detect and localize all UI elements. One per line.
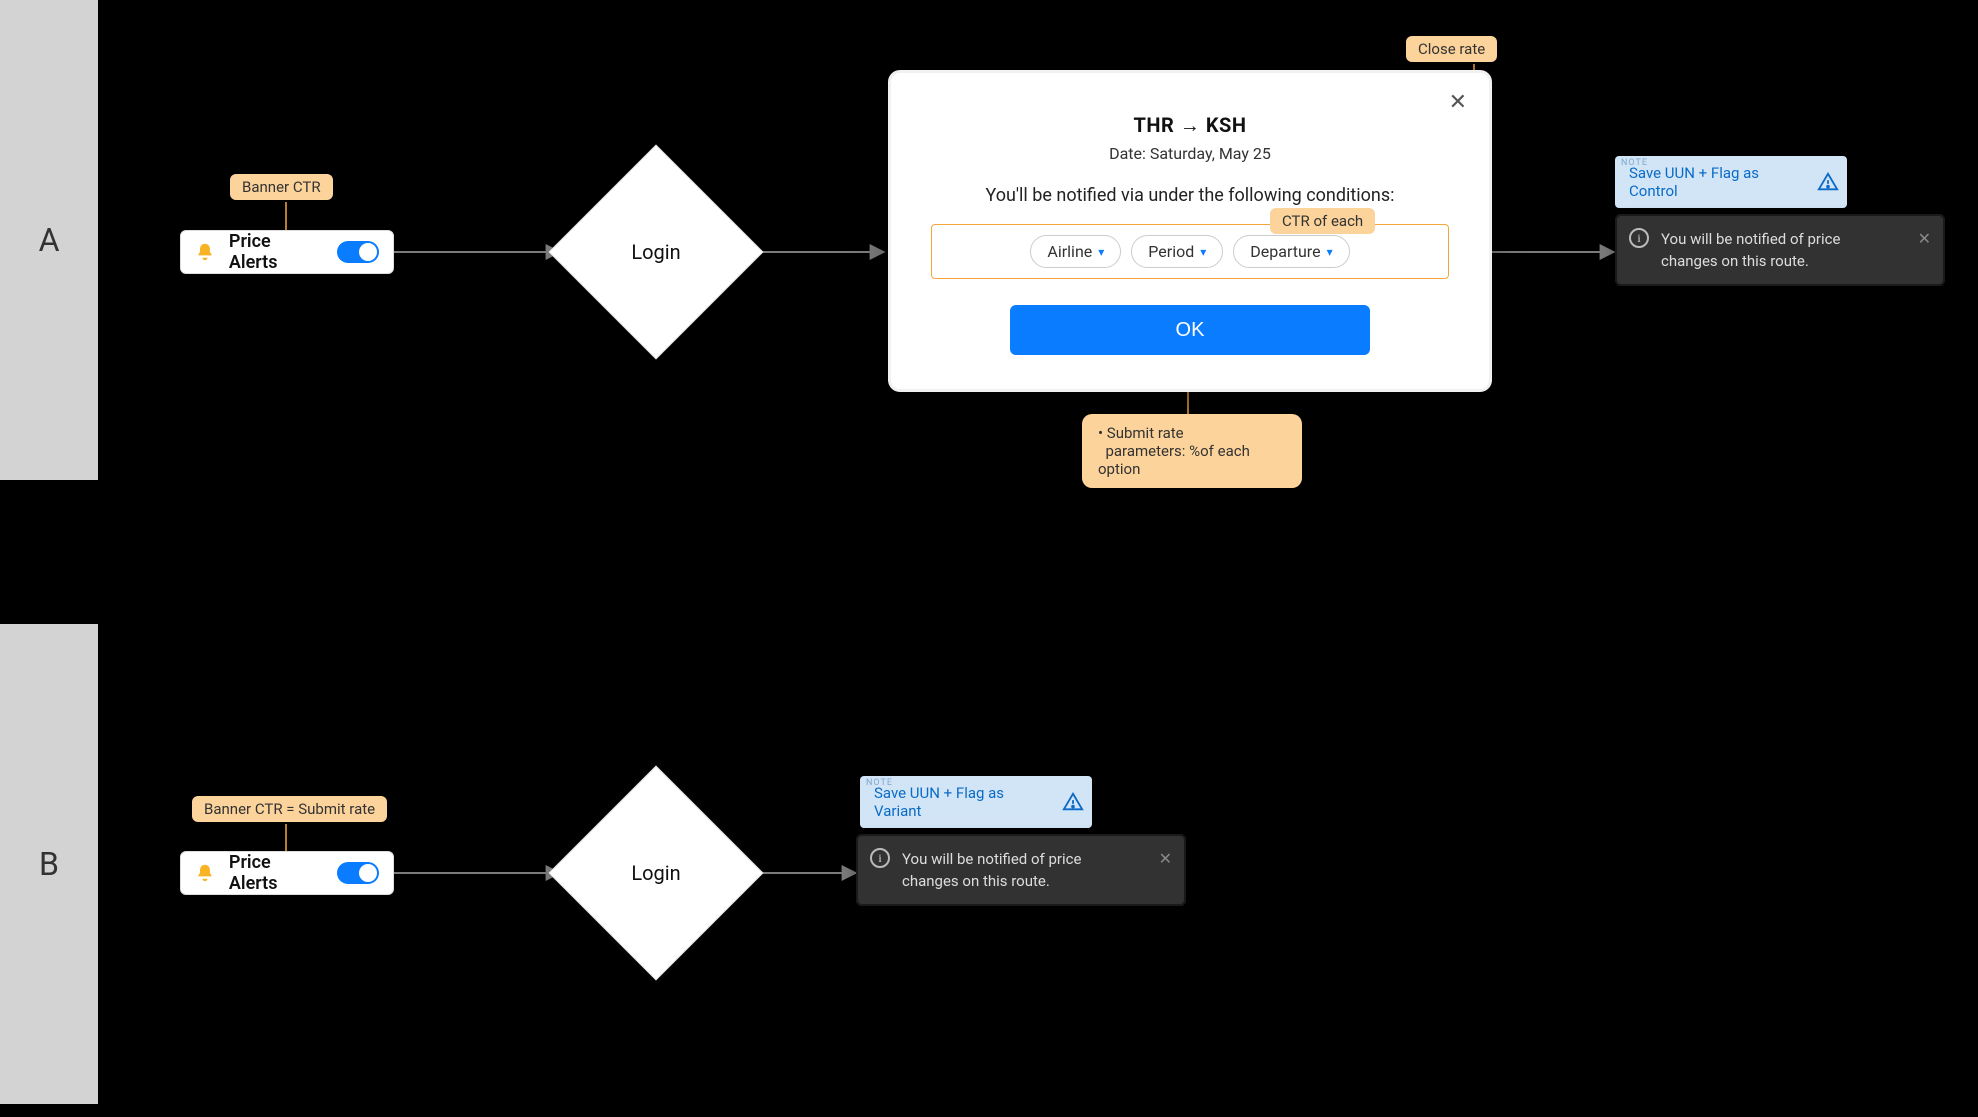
modal-date: Date: Saturday, May 25 — [931, 144, 1449, 163]
toast-a: i You will be notified of price changes … — [1615, 214, 1945, 286]
route-heading: THR → KSH — [931, 113, 1449, 138]
bell-icon — [195, 242, 215, 262]
login-decision-label: Login — [581, 798, 731, 948]
period-dropdown[interactable]: Period — [1131, 235, 1223, 268]
note-variant: NOTE Save UUN + Flag as Variant — [860, 776, 1092, 828]
lane-b-tab: B — [0, 624, 98, 1104]
lane-a-label: A — [39, 221, 60, 259]
info-icon: i — [870, 848, 890, 868]
close-icon[interactable]: ✕ — [1449, 89, 1467, 115]
price-alerts-label: Price Alerts — [229, 231, 323, 273]
toast-text: You will be notified of price changes on… — [902, 850, 1081, 890]
toast-b: i You will be notified of price changes … — [856, 834, 1186, 906]
annotation-close-rate: Close rate — [1406, 36, 1497, 62]
lane-a-tab: A — [0, 0, 98, 480]
note-control: NOTE Save UUN + Flag as Control — [1615, 156, 1847, 208]
bell-icon — [195, 863, 215, 883]
conditions-modal: ✕ THR → KSH Date: Saturday, May 25 You'l… — [888, 70, 1492, 392]
annotation-banner-ctr-eq: Banner CTR = Submit rate — [192, 796, 387, 822]
departure-dropdown[interactable]: Departure — [1233, 235, 1349, 268]
price-alerts-banner-b[interactable]: Price Alerts — [180, 851, 394, 895]
airline-dropdown[interactable]: Airline — [1030, 235, 1121, 268]
info-icon: i — [1629, 228, 1649, 248]
modal-subtitle: You'll be notified via under the followi… — [931, 185, 1449, 206]
ok-button[interactable]: OK — [1010, 305, 1370, 355]
annotation-banner-ctr: Banner CTR — [230, 174, 333, 200]
price-alerts-banner[interactable]: Price Alerts — [180, 230, 394, 274]
login-decision: Login — [549, 145, 764, 360]
lane-b-label: B — [39, 845, 59, 883]
close-icon[interactable]: ✕ — [1918, 228, 1931, 250]
close-icon[interactable]: ✕ — [1159, 848, 1172, 870]
note-variant-text: Save UUN + Flag as Variant — [874, 784, 1052, 820]
price-alerts-label: Price Alerts — [229, 852, 323, 894]
toast-text: You will be notified of price changes on… — [1661, 230, 1840, 270]
price-alerts-toggle[interactable] — [337, 241, 379, 263]
price-alerts-toggle[interactable] — [337, 862, 379, 884]
login-decision-label: Login — [581, 177, 731, 327]
login-decision-b: Login — [549, 766, 764, 981]
annotation-submit-rate: • Submit rate parameters: %of each optio… — [1082, 414, 1302, 488]
warning-icon — [1062, 791, 1084, 813]
note-control-text: Save UUN + Flag as Control — [1629, 164, 1807, 200]
annotation-ctr-each: CTR of each — [1270, 208, 1375, 234]
warning-icon — [1817, 171, 1839, 193]
